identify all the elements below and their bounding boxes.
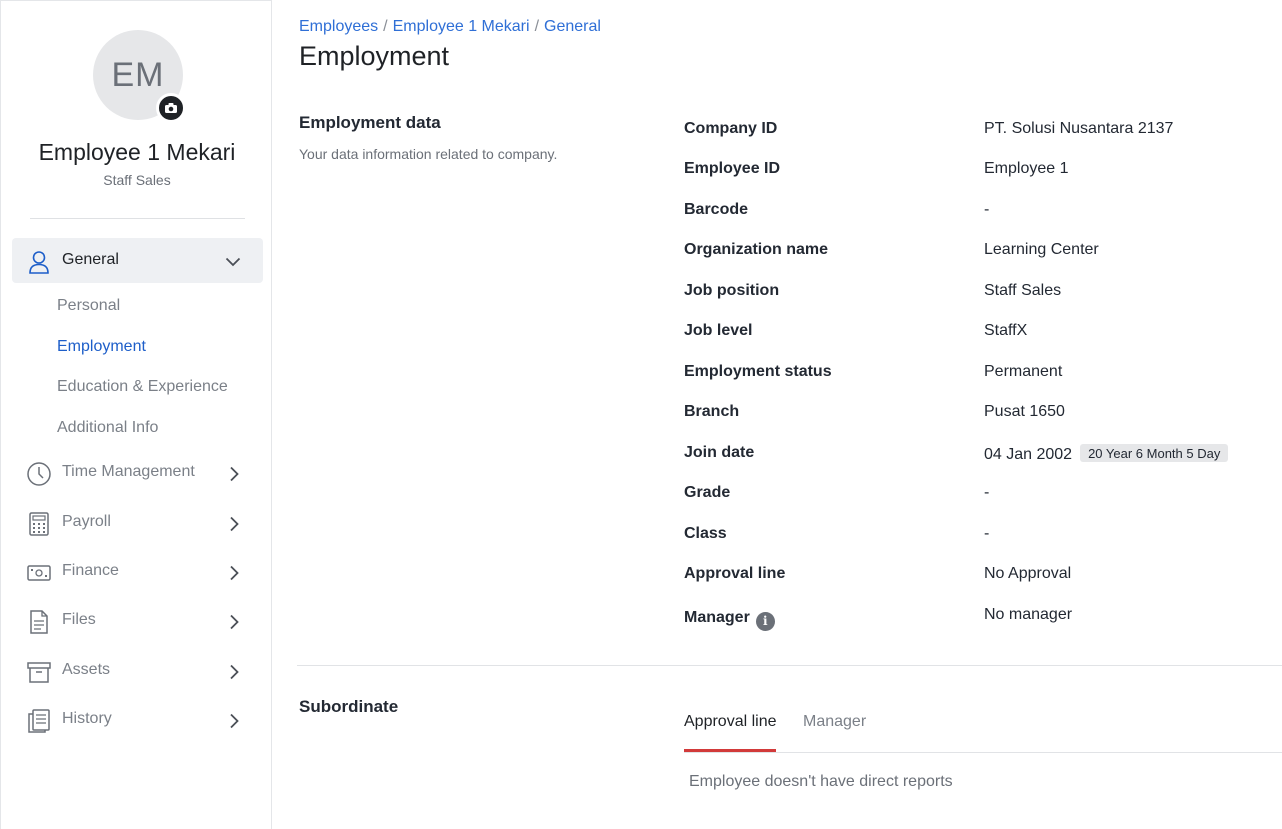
field-label-barcode: Barcode: [684, 201, 749, 218]
sidebar-item-history[interactable]: History: [26, 708, 251, 736]
chevron-down-icon: [225, 254, 241, 272]
sidebar: EM Employee 1 Mekari Staff Sales General…: [0, 0, 272, 829]
sidebar-subitem-education[interactable]: Education & Experience: [57, 378, 228, 396]
sidebar-item-label: Payroll: [62, 513, 111, 530]
field-value-job-position: Staff Sales: [984, 282, 1062, 299]
field-label-branch: Branch: [684, 403, 740, 420]
employment-section-title: Employment data: [299, 113, 441, 132]
sidebar-subitem-employment[interactable]: Employment: [57, 338, 146, 356]
chevron-right-icon: [229, 516, 239, 537]
field-value-branch: Pusat 1650: [984, 403, 1065, 420]
chevron-right-icon: [229, 713, 239, 734]
user-icon: [28, 250, 50, 279]
subordinate-section-title: Subordinate: [299, 697, 399, 716]
sidebar-item-label: Time Management: [62, 463, 195, 480]
field-label-job-level: Job level: [684, 322, 753, 339]
clock-icon: [26, 461, 52, 492]
chevron-right-icon: [229, 565, 239, 586]
field-value-manager: No manager: [984, 606, 1073, 623]
field-value-grade: -: [984, 484, 990, 501]
field-label-company-id: Company ID: [684, 120, 778, 137]
field-label-manager-row: Manager i: [684, 609, 775, 631]
field-value-join-date-row: 04 Jan 2002 20 Year 6 Month 5 Day: [984, 444, 1229, 464]
sidebar-item-general[interactable]: General: [12, 238, 263, 283]
field-value-job-level: StaffX: [984, 322, 1028, 339]
field-value-approval-line: No Approval: [984, 565, 1072, 582]
breadcrumb-separator: /: [383, 18, 388, 35]
camera-icon[interactable]: [156, 93, 186, 123]
breadcrumb-employees[interactable]: Employees: [299, 18, 378, 35]
field-label-organization-name: Organization name: [684, 241, 829, 258]
tabs-border: [684, 752, 1282, 753]
sidebar-item-label: Files: [62, 611, 96, 628]
tab-manager[interactable]: Manager: [803, 713, 866, 731]
tenure-badge: 20 Year 6 Month 5 Day: [1080, 444, 1229, 462]
chevron-right-icon: [229, 664, 239, 685]
field-label-employee-id: Employee ID: [684, 160, 781, 177]
field-label-class: Class: [684, 525, 727, 542]
sidebar-item-label: History: [62, 710, 112, 727]
sidebar-item-files[interactable]: Files: [26, 609, 251, 637]
field-value-join-date: 04 Jan 2002: [984, 446, 1073, 463]
sidebar-divider: [30, 218, 245, 219]
field-label-manager: Manager: [684, 609, 750, 626]
box-icon: [26, 659, 52, 690]
sidebar-item-assets[interactable]: Assets: [26, 659, 251, 687]
active-tab-indicator: [684, 749, 776, 752]
sidebar-item-label: General: [62, 251, 119, 268]
field-label-grade: Grade: [684, 484, 731, 501]
file-icon: [26, 609, 52, 640]
sidebar-subitem-additional-info[interactable]: Additional Info: [57, 419, 158, 437]
chevron-right-icon: [229, 466, 239, 487]
employee-name: Employee 1 Mekari: [38, 139, 236, 165]
calculator-icon: [26, 511, 52, 542]
chevron-right-icon: [229, 614, 239, 635]
field-label-approval-line: Approval line: [684, 565, 786, 582]
sidebar-item-time-management[interactable]: Time Management: [26, 461, 251, 489]
sidebar-item-label: Assets: [62, 661, 111, 678]
field-value-employee-id: Employee 1: [984, 160, 1069, 177]
tab-approval-line[interactable]: Approval line: [684, 713, 777, 731]
field-value-organization-name: Learning Center: [984, 241, 1099, 258]
field-label-join-date: Join date: [684, 444, 755, 461]
field-value-employment-status: Permanent: [984, 363, 1063, 380]
employment-section-description: Your data information related to company…: [299, 146, 558, 162]
field-label-job-position: Job position: [684, 282, 780, 299]
history-icon: [26, 708, 52, 739]
sidebar-item-finance[interactable]: Finance: [26, 560, 251, 588]
sidebar-item-label: Finance: [62, 562, 119, 579]
sidebar-subitem-personal[interactable]: Personal: [57, 297, 120, 315]
section-divider: [297, 665, 1282, 666]
sidebar-item-payroll[interactable]: Payroll: [26, 511, 251, 539]
breadcrumb-separator: /: [534, 18, 540, 35]
breadcrumb-general[interactable]: General: [544, 18, 601, 35]
field-value-class: -: [984, 525, 990, 542]
field-label-employment-status: Employment status: [684, 363, 832, 380]
field-value-barcode: -: [984, 201, 990, 218]
breadcrumb-employee[interactable]: Employee 1 Mekari: [393, 18, 530, 35]
empty-state-message: Employee doesn't have direct reports: [689, 773, 953, 790]
info-icon[interactable]: i: [755, 612, 775, 631]
money-icon: [26, 560, 52, 591]
breadcrumb: Employees / Employee 1 Mekari / General: [299, 18, 601, 36]
employee-role: Staff Sales: [103, 172, 171, 188]
page-title: Employment: [299, 41, 450, 71]
field-value-company-id: PT. Solusi Nusantara 2137: [984, 120, 1174, 137]
